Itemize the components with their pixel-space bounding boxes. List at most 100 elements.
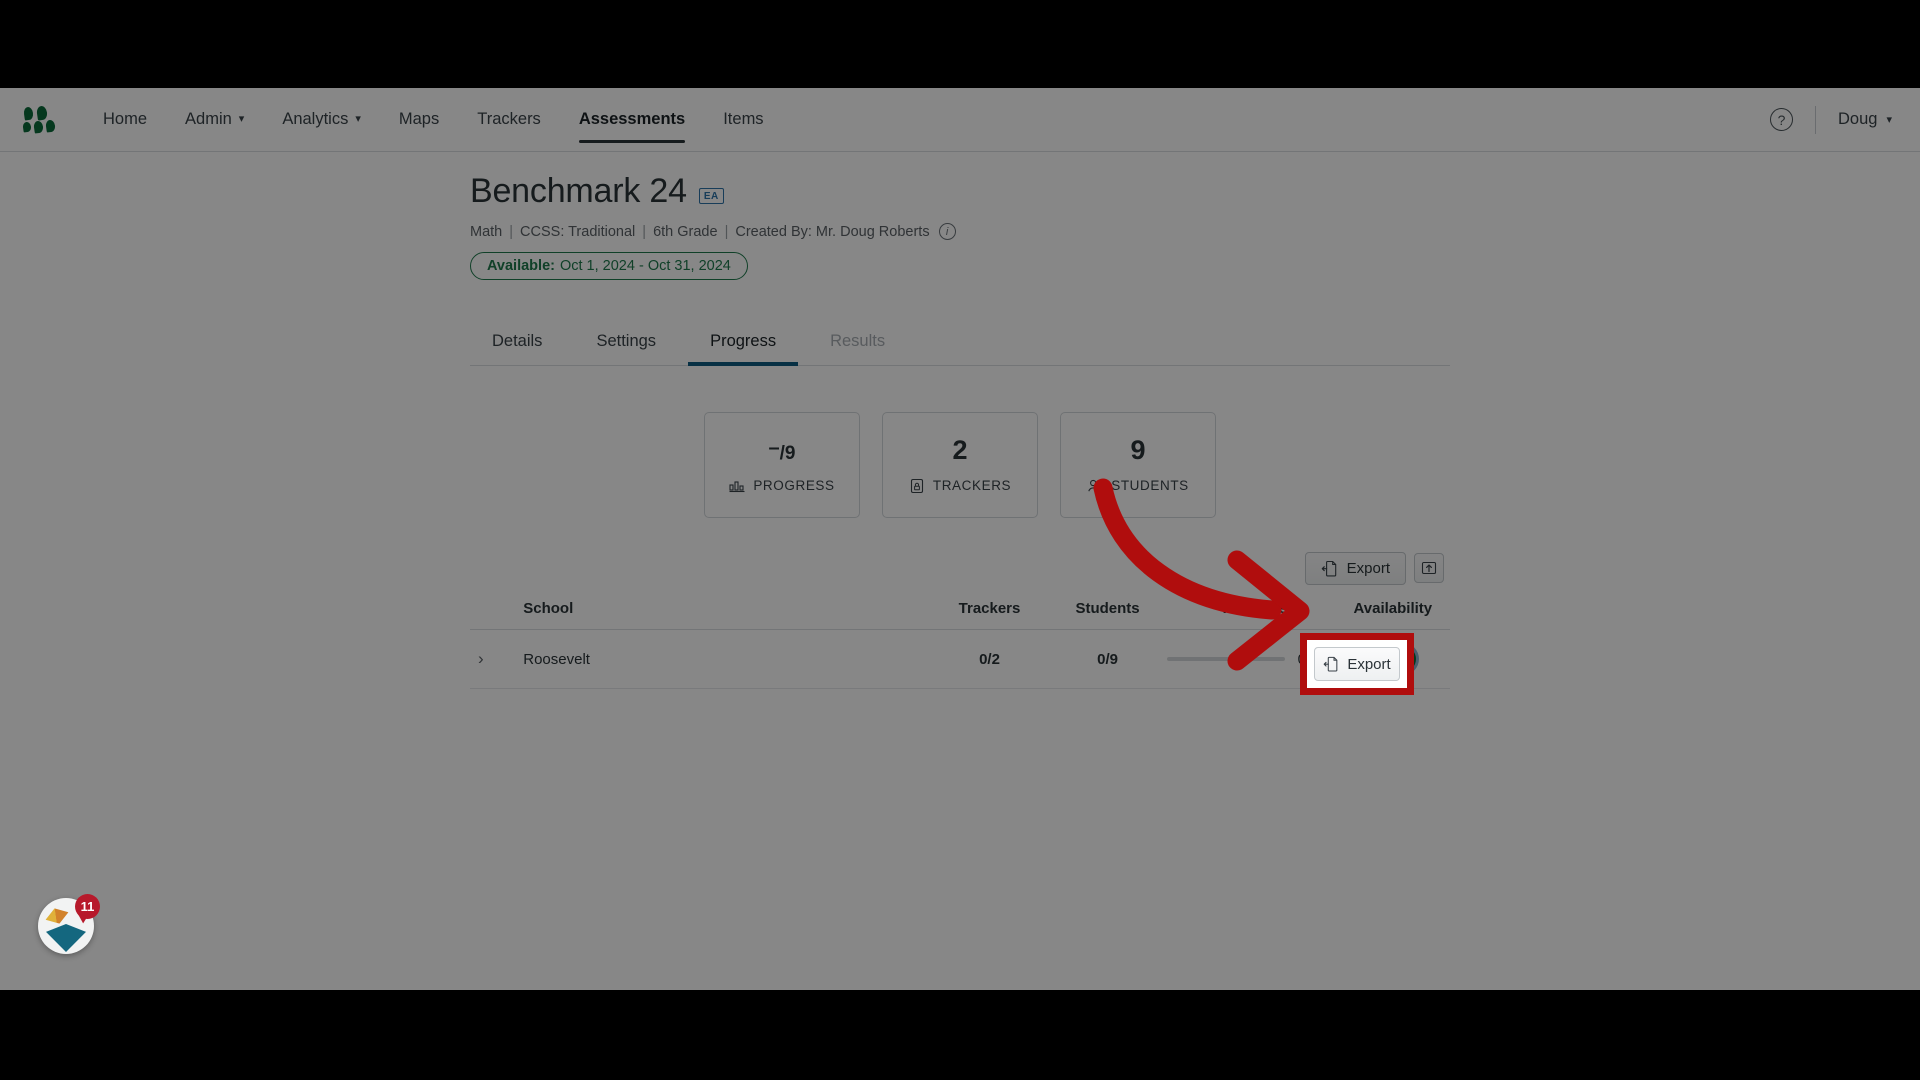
availability-badge: Available: Oct 1, 2024 - Oct 31, 2024 [470,252,748,280]
card-trackers-label-row: TRACKERS [909,478,1011,494]
page-title: Benchmark 24 EA [470,152,1450,211]
info-glyph: i [945,225,949,238]
user-name-label: Doug [1838,110,1878,128]
row-students-value: 0/9 [1097,650,1118,668]
card-progress-label-row: PROGRESS [729,478,834,494]
students-icon [1088,479,1100,491]
availability-range: Oct 1, 2024 - Oct 31, 2024 [559,258,731,274]
export-button[interactable]: Export [1304,551,1406,585]
check-icon [1398,655,1408,663]
schools-table: School Trackers Students Progress Availa… [470,600,1450,689]
assessment-tabs: Details Settings Progress Results [470,322,1450,366]
meta-separator: | [724,223,729,240]
toggle-knob [1391,648,1414,670]
header-students: Students [1075,600,1140,617]
app-viewport: Home Admin ▾ Analytics ▾ Maps Trackers A… [0,88,1920,990]
tab-details[interactable]: Details [470,322,564,365]
meta-subject: Math [470,223,503,240]
info-icon[interactable]: i [938,223,956,240]
nav-right-cluster: ? Doug ▾ [1770,105,1920,134]
row-progress-cell: 0% [1166,650,1344,668]
card-students-label: STUDENTS [1111,478,1189,493]
row-trackers-value: 0/2 [979,650,1000,668]
table-header-row: School Trackers Students Progress Availa… [470,600,1450,630]
row-expand-cell: › [478,649,523,669]
top-navigation-bar: Home Admin ▾ Analytics ▾ Maps Trackers A… [0,88,1920,152]
nav-item-assessments[interactable]: Assessments [560,88,704,151]
nav-label: Assessments [578,110,686,128]
tracker-lock-icon [910,478,923,493]
nav-item-analytics[interactable]: Analytics ▾ [263,88,380,151]
row-trackers-count: 0/2 [930,651,1048,668]
nav-label: Items [723,110,764,128]
upload-box-icon [1421,561,1437,575]
tab-label: Settings [596,332,657,350]
availability-toggle[interactable] [1369,646,1416,672]
tab-label: Results [830,332,886,350]
header-progress: Progress [1222,600,1288,617]
chevron-down-icon: ▾ [238,113,245,125]
help-glyph: ? [1777,111,1786,128]
bar-chart-icon [729,480,745,492]
widget-bottom-diamond-icon [46,924,86,952]
app-logo[interactable] [22,104,62,134]
export-button-label: Export [1346,559,1390,577]
meta-separator: | [509,223,514,240]
nav-label: Maps [398,110,440,128]
nav-item-admin[interactable]: Admin ▾ [166,88,263,151]
summary-cards: –/9 PROGRESS 2 TRACKERS 9 STUDENTS [470,412,1450,518]
header-trackers: Trackers [958,600,1021,617]
help-icon[interactable]: ? [1770,108,1794,131]
progress-bar-track [1166,657,1285,661]
meta-separator: | [642,223,647,240]
card-students: 9 STUDENTS [1060,412,1216,518]
page-content: Benchmark 24 EA Math | CCSS: Traditional… [0,152,1920,990]
upload-button[interactable] [1414,553,1444,583]
card-trackers-value: 2 [952,434,968,465]
tab-label: Progress [710,332,777,350]
nav-label: Trackers [477,110,541,128]
row-students-count: 0/9 [1049,651,1167,668]
card-progress: –/9 PROGRESS [704,412,860,518]
export-document-icon [1321,560,1336,576]
nav-item-items[interactable]: Items [704,88,782,151]
card-progress-dash: – [768,436,780,459]
card-trackers: 2 TRACKERS [882,412,1038,518]
card-progress-value: –/9 [769,437,796,464]
chevron-down-icon: ▾ [1886,114,1892,126]
tab-settings[interactable]: Settings [574,322,678,365]
widget-top-diamond-icon [43,905,71,928]
table-row: › Roosevelt 0/2 0/9 0% [470,630,1450,689]
header-availability: Availability [1353,600,1433,617]
nav-item-maps[interactable]: Maps [380,88,458,151]
tab-results: Results [808,322,907,365]
header-school: School [523,600,574,617]
nav-label: Home [103,110,148,128]
progress-percent-label: 0% [1297,650,1320,668]
card-progress-label: PROGRESS [753,478,835,493]
row-availability-cell [1344,646,1442,672]
meta-creator: Created By: Mr. Doug Roberts [735,223,930,240]
assessment-meta: Math | CCSS: Traditional | 6th Grade | C… [470,223,1450,240]
nav-divider [1815,105,1817,134]
row-school-name: Roosevelt [523,650,590,668]
page-inner-column: Benchmark 24 EA Math | CCSS: Traditional… [470,152,1450,689]
nav-label: Analytics [282,110,349,128]
meta-standards: CCSS: Traditional [520,223,636,240]
nav-label: Admin [185,110,232,128]
meta-grade: 6th Grade [653,223,718,240]
help-beacon-widget[interactable]: 11 [38,894,100,954]
tab-label: Details [492,332,543,350]
user-menu[interactable]: Doug ▾ [1838,110,1892,129]
availability-label: Available: [487,258,555,274]
chevron-down-icon: ▾ [355,113,361,125]
page-title-text: Benchmark 24 [470,172,687,210]
card-students-value: 9 [1130,434,1146,465]
progress-bar-wrap: 0% [1166,650,1344,668]
nav-item-trackers[interactable]: Trackers [458,88,560,151]
tab-progress[interactable]: Progress [688,322,799,366]
chevron-right-icon[interactable]: › [478,649,484,669]
ea-badge: EA [698,187,724,204]
primary-nav-items: Home Admin ▾ Analytics ▾ Maps Trackers A… [84,88,783,151]
nav-item-home[interactable]: Home [84,88,166,151]
